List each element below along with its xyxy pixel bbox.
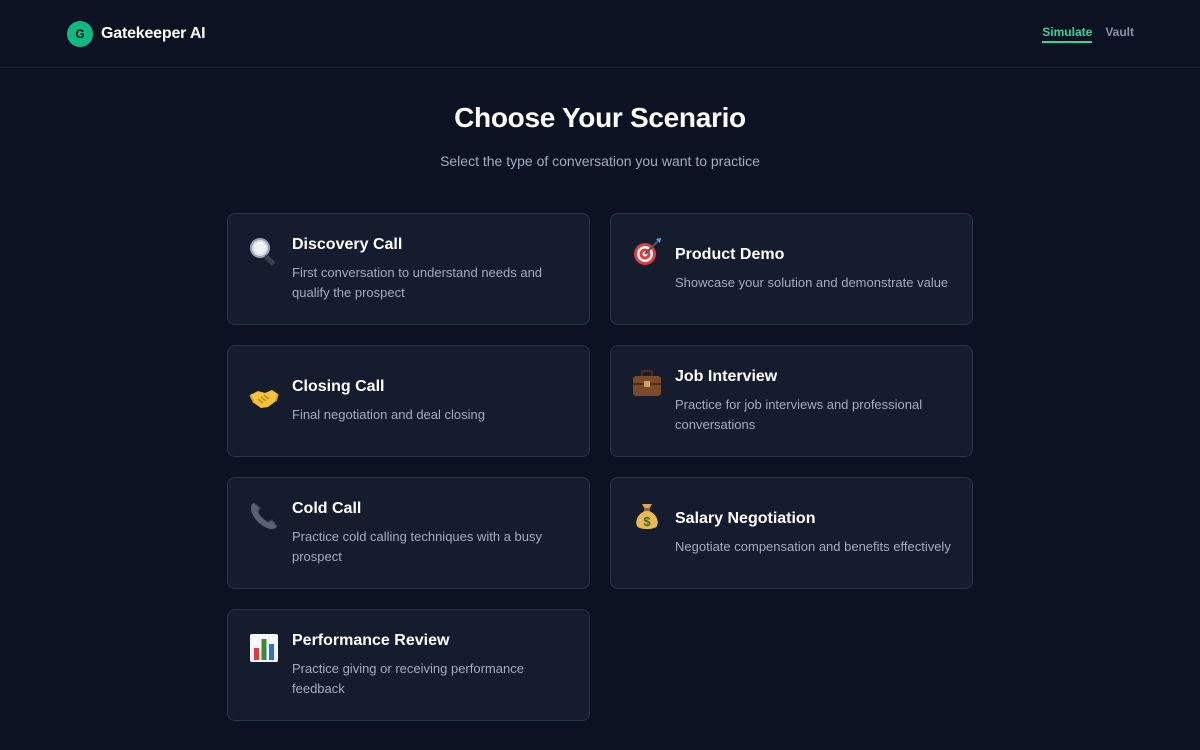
svg-text:$: $ (643, 514, 651, 529)
handshake-icon (248, 382, 292, 419)
main-nav: Simulate Vault (1042, 25, 1134, 43)
scenario-title: Salary Negotiation (675, 510, 816, 527)
scenario-title: Cold Call (292, 500, 362, 517)
scenario-card-closing-call[interactable]: Closing Call Final negotiation and deal … (227, 345, 590, 457)
logo-icon: G (67, 20, 93, 47)
scenario-card-job-interview[interactable]: Job Interview Practice for job interview… (610, 345, 973, 457)
page-title: Choose Your Scenario (454, 102, 746, 133)
scenario-title: Performance Review (292, 632, 450, 649)
brand-name: Gatekeeper AI (101, 24, 206, 42)
scenario-description: Final negotiation and deal closing (292, 407, 485, 422)
scenario-title: Job Interview (675, 368, 778, 385)
scenario-card-product-demo[interactable]: Product Demo Showcase your solution and … (610, 213, 973, 325)
nav-vault[interactable]: Vault (1105, 25, 1134, 43)
magnifying-glass-icon (248, 236, 292, 273)
scenario-description: Negotiate compensation and benefits effe… (675, 539, 951, 554)
top-bar: G Gatekeeper AI Simulate Vault (0, 0, 1200, 68)
bar-chart-icon (248, 632, 292, 669)
scenario-description: Showcase your solution and demonstrate v… (675, 275, 949, 290)
scenario-description: Practice for job interviews and professi… (675, 397, 923, 432)
scenario-card-discovery-call[interactable]: Discovery Call First conversation to und… (227, 213, 590, 325)
scenario-description: Practice cold calling techniques with a … (292, 529, 543, 564)
scenario-title: Discovery Call (292, 236, 403, 253)
scenario-description: First conversation to understand needs a… (292, 265, 543, 300)
brand[interactable]: G Gatekeeper AI (67, 20, 206, 47)
page-subtitle: Select the type of conversation you want… (440, 153, 760, 169)
main-content: Choose Your Scenario Select the type of … (0, 68, 1200, 721)
nav-simulate[interactable]: Simulate (1042, 25, 1093, 43)
scenario-grid: Discovery Call First conversation to und… (227, 213, 973, 721)
scenario-card-cold-call[interactable]: Cold Call Practice cold calling techniqu… (227, 477, 590, 589)
scenario-card-performance-review[interactable]: Performance Review Practice giving or re… (227, 609, 590, 721)
telephone-receiver-icon (248, 500, 292, 537)
scenario-card-salary-negotiation[interactable]: $ Salary Negotiation Negotiate compensat… (610, 477, 973, 589)
briefcase-icon (631, 368, 675, 405)
money-bag-icon: $ (631, 500, 675, 537)
scenario-description: Practice giving or receiving performance… (292, 661, 524, 696)
dart-target-icon (631, 236, 675, 273)
scenario-title: Product Demo (675, 246, 785, 263)
scenario-title: Closing Call (292, 378, 385, 395)
